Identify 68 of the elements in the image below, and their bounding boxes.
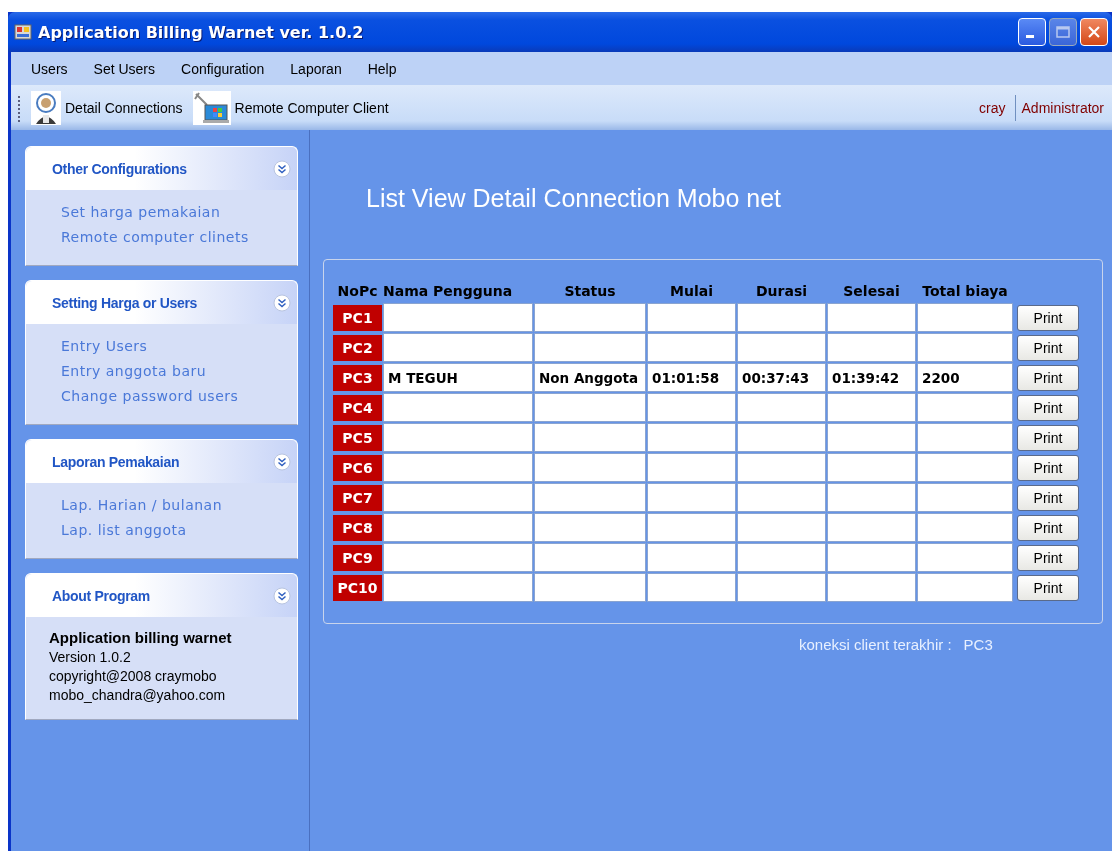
pc-label: PC6: [333, 454, 382, 481]
collapse-icon[interactable]: [273, 452, 291, 471]
panel-header[interactable]: Other Configurations: [26, 147, 297, 190]
column-header: Total biaya: [921, 283, 1009, 301]
menu-item[interactable]: Users: [31, 60, 68, 77]
toolbar-button[interactable]: Remote Computer Client: [188, 90, 395, 125]
table-cell: Non Anggota: [534, 363, 646, 392]
collapse-icon[interactable]: [273, 159, 291, 178]
column-header: Selesai: [842, 283, 901, 301]
last-connection-value: PC3: [963, 636, 993, 653]
print-button[interactable]: Print: [1017, 454, 1079, 481]
print-button[interactable]: Print: [1017, 424, 1079, 451]
print-button[interactable]: Print: [1017, 574, 1079, 601]
minimize-button[interactable]: [1018, 18, 1046, 46]
menu-item[interactable]: Laporan: [290, 60, 342, 77]
menu-item[interactable]: Help: [367, 60, 397, 77]
pc-label: PC5: [333, 424, 382, 451]
menu-item[interactable]: Set Users: [93, 60, 156, 77]
collapse-icon[interactable]: [273, 293, 291, 312]
table-cell: 01:01:58: [647, 363, 736, 392]
panel-header[interactable]: Setting Harga or Users: [26, 281, 297, 324]
table-cell: M TEGUH: [383, 363, 533, 392]
panel-header[interactable]: About Program: [26, 574, 297, 617]
print-button[interactable]: Print: [1017, 334, 1079, 361]
table-cell: 2200: [917, 363, 1013, 392]
toolbar-button[interactable]: Detail Connections: [27, 90, 189, 125]
maximize-icon: [1056, 26, 1070, 38]
column-header: Status: [563, 283, 617, 301]
maximize-button[interactable]: [1049, 18, 1077, 46]
pc-label: PC2: [333, 334, 382, 361]
user-name: cray: [979, 99, 1006, 116]
column-header: Mulai: [669, 283, 714, 301]
satellite-monitor-icon: [192, 90, 231, 125]
app-icon: [14, 23, 32, 41]
pc-label: PC8: [333, 514, 382, 541]
pc-label: PC4: [333, 394, 382, 421]
print-button[interactable]: Print: [1017, 514, 1079, 541]
about-text: copyright@2008 craymobo: [49, 668, 218, 684]
close-icon: [1087, 25, 1101, 39]
column-header: Nama Pengguna: [383, 283, 514, 301]
menu-item[interactable]: Configuration: [181, 60, 265, 77]
pc-label: PC3: [333, 364, 382, 391]
last-connection-label: koneksi client terakhir :: [799, 636, 952, 653]
about-text: Version 1.0.2: [49, 649, 132, 665]
pc-label: PC7: [333, 484, 382, 511]
collapse-icon[interactable]: [273, 586, 291, 605]
about-heading: Application billing warnet: [49, 629, 233, 646]
print-button[interactable]: Print: [1017, 544, 1079, 571]
toolbar-grip-icon[interactable]: [17, 93, 21, 122]
page-heading: List View Detail Connection Mobo net: [366, 184, 783, 213]
panel-header[interactable]: Laporan Pemakaian: [26, 440, 297, 483]
print-button[interactable]: Print: [1017, 304, 1079, 331]
about-text: mobo_chandra@yahoo.com: [49, 687, 227, 703]
user-role: Administrator: [1021, 99, 1104, 116]
table-cell: 00:37:43: [737, 363, 826, 392]
pc-label: PC9: [333, 544, 382, 571]
pc-label: PC1: [333, 304, 382, 331]
print-button[interactable]: Print: [1017, 364, 1079, 391]
close-button[interactable]: [1080, 18, 1108, 46]
print-button[interactable]: Print: [1017, 394, 1079, 421]
column-header: NoPc: [336, 283, 379, 301]
table-cell: 01:39:42: [827, 363, 916, 392]
column-header: Durasi: [754, 283, 809, 301]
window-title: Application Billing Warnet ver. 1.0.2: [38, 22, 364, 42]
minimize-icon: [1026, 35, 1034, 38]
print-button[interactable]: Print: [1017, 484, 1079, 511]
person-icon: [31, 90, 61, 125]
pc-label: PC10: [333, 574, 382, 601]
